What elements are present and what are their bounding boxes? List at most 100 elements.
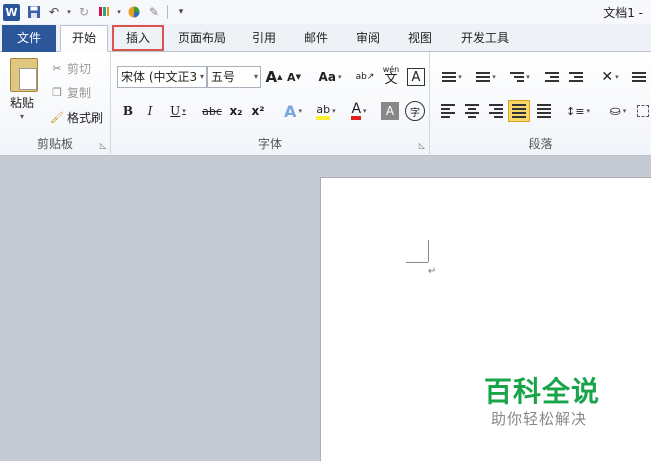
- underline-button[interactable]: U ▾: [165, 100, 191, 122]
- line-spacing-icon: ↕≡: [566, 104, 585, 118]
- char-border-button[interactable]: A: [407, 68, 425, 86]
- paint-bucket-icon: ⛀: [609, 103, 621, 119]
- change-case-icon: Aa: [318, 70, 336, 84]
- clipboard-group-label: 剪贴板: [36, 137, 73, 151]
- line-spacing-button[interactable]: ↕≡ ▾: [564, 100, 592, 122]
- underline-icon: U: [170, 104, 181, 118]
- multilevel-list-button[interactable]: ▾: [506, 66, 534, 88]
- paste-dropdown-icon[interactable]: ▾: [20, 112, 24, 121]
- distributed-button[interactable]: [534, 100, 554, 122]
- tab-insert[interactable]: 插入: [112, 25, 164, 51]
- cut-label: 剪切: [67, 61, 92, 76]
- pen-icon[interactable]: ✎: [144, 2, 164, 22]
- decrease-indent-button[interactable]: [542, 66, 562, 88]
- paragraph-group: ▾ ▾ ▾ ✕ ▾ ↕≡ ▾ ⛀ ▾ 段落: [430, 52, 651, 156]
- asian-layout-icon: ✕: [601, 69, 614, 85]
- italic-button[interactable]: I: [141, 100, 159, 122]
- grow-font-button[interactable]: A ▲: [265, 66, 283, 88]
- shading-button[interactable]: ⛀ ▾: [604, 100, 632, 122]
- font-size-combo[interactable]: 五号 ▾: [207, 66, 261, 88]
- tab-home[interactable]: 开始: [60, 25, 108, 52]
- text-effects-button[interactable]: A ▾: [279, 100, 307, 122]
- undo-icon[interactable]: ↶: [44, 2, 64, 22]
- font-color-button[interactable]: A ▾: [345, 100, 373, 122]
- strikethrough-button[interactable]: abc: [201, 100, 223, 122]
- shrink-font-button[interactable]: A ▼: [285, 66, 303, 88]
- word-app-icon[interactable]: W: [3, 3, 20, 21]
- increase-indent-button[interactable]: [566, 66, 586, 88]
- sort-icon: [632, 72, 646, 82]
- clear-format-icon: ab↗: [355, 71, 375, 82]
- color-icon[interactable]: [124, 2, 144, 22]
- align-center-button[interactable]: [462, 100, 482, 122]
- subscript-button[interactable]: x₂: [227, 100, 245, 122]
- document-page[interactable]: [320, 177, 651, 461]
- paste-button[interactable]: 粘贴: [10, 94, 34, 111]
- bold-button[interactable]: B: [119, 100, 137, 122]
- watermark-subtitle: 助你轻松解决: [491, 410, 588, 428]
- font-size-value: 五号: [211, 70, 236, 84]
- paste-icon[interactable]: [10, 58, 38, 92]
- chevron-down-icon: ▾: [199, 72, 204, 81]
- distributed-icon: [537, 104, 551, 118]
- char-border-icon: A: [411, 69, 421, 85]
- borders-icon: [637, 105, 649, 117]
- clear-format-button[interactable]: ab↗: [355, 66, 375, 88]
- copy-label: 复制: [67, 85, 92, 100]
- format-painter-icon[interactable]: [94, 2, 114, 22]
- format-painter-button[interactable]: 🖌 格式刷: [50, 107, 103, 127]
- numbering-button[interactable]: ▾: [472, 66, 500, 88]
- change-case-button[interactable]: Aa ▾: [315, 66, 345, 88]
- brush-icon: 🖌: [50, 110, 64, 124]
- dialog-launcher-icon[interactable]: ◺: [419, 141, 425, 150]
- bullets-icon: [442, 72, 457, 82]
- bullets-button[interactable]: ▾: [438, 66, 466, 88]
- font-color-icon: A: [351, 102, 362, 120]
- char-shading-button[interactable]: A: [381, 102, 399, 120]
- window-title: 文档1 -: [603, 6, 643, 20]
- customize-icon[interactable]: ▾: [171, 2, 191, 22]
- font-name-combo[interactable]: 宋体 (中文正3 ▾: [117, 66, 207, 88]
- justify-button[interactable]: [508, 100, 530, 122]
- superscript-icon: x²: [251, 104, 265, 118]
- tab-review[interactable]: 审阅: [350, 26, 386, 50]
- bold-icon: B: [122, 104, 134, 118]
- decrease-indent-icon: [545, 72, 559, 82]
- phonetic-char: 文: [384, 72, 398, 87]
- enclose-char-button[interactable]: 字: [405, 101, 425, 121]
- quick-access-toolbar: W ↶ ▾ ↻ ▾ ✎ ▾ 文档1 -: [0, 0, 651, 24]
- grow-font-icon: A: [265, 68, 278, 86]
- sort-button[interactable]: [630, 66, 648, 88]
- dropdown-icon[interactable]: ▾: [114, 2, 124, 22]
- phonetic-guide-button[interactable]: wén 文: [381, 64, 401, 86]
- align-right-icon: [489, 104, 503, 118]
- borders-button[interactable]: [636, 100, 650, 122]
- highlight-button[interactable]: ab ▾: [311, 100, 341, 122]
- tab-view[interactable]: 视图: [402, 26, 438, 50]
- strikethrough-icon: abc: [202, 104, 222, 118]
- align-left-icon: [441, 104, 455, 118]
- qat-separator: [167, 5, 168, 19]
- cut-button[interactable]: ✂ 剪切: [50, 58, 91, 78]
- asian-layout-button[interactable]: ✕ ▾: [596, 66, 624, 88]
- dialog-launcher-icon[interactable]: ◺: [100, 141, 106, 150]
- superscript-button[interactable]: x²: [249, 100, 267, 122]
- save-icon[interactable]: [24, 2, 44, 22]
- text-effects-icon: A: [284, 101, 297, 121]
- redo-icon[interactable]: ↻: [74, 2, 94, 22]
- char-shading-icon: A: [385, 104, 395, 118]
- copy-button[interactable]: ❐ 复制: [50, 82, 91, 102]
- align-left-button[interactable]: [438, 100, 458, 122]
- paragraph-mark-icon: ↵: [428, 266, 437, 277]
- tab-references[interactable]: 引用: [246, 26, 282, 50]
- align-right-button[interactable]: [486, 100, 506, 122]
- font-name-value: 宋体 (中文正3: [121, 70, 198, 84]
- scissors-icon: ✂: [52, 61, 62, 75]
- paragraph-group-label: 段落: [528, 137, 553, 151]
- highlight-icon: ab: [316, 103, 331, 120]
- tab-file[interactable]: 文件: [2, 25, 56, 52]
- tab-page-layout[interactable]: 页面布局: [172, 26, 232, 50]
- undo-dropdown-icon[interactable]: ▾: [64, 2, 74, 22]
- tab-developer[interactable]: 开发工具: [454, 26, 516, 50]
- tab-mailings[interactable]: 邮件: [298, 26, 334, 50]
